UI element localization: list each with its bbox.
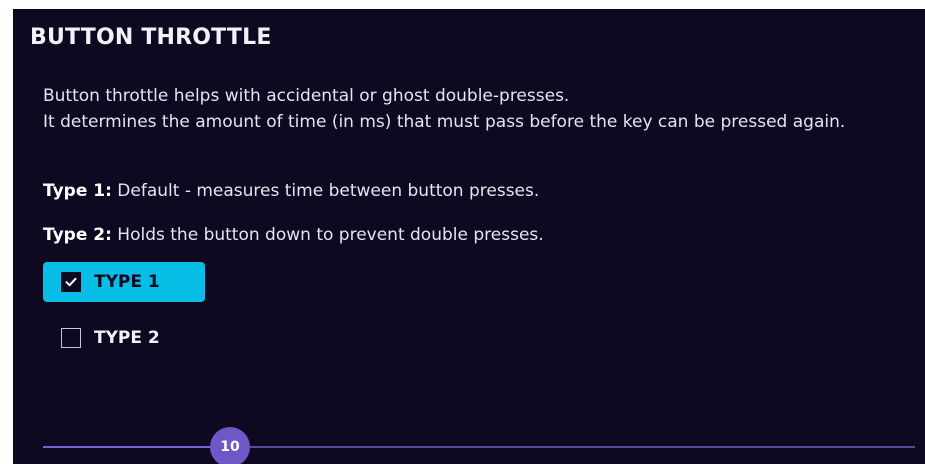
slider-fill [43, 446, 230, 448]
section-title: BUTTON THROTTLE [30, 25, 272, 50]
check-icon [65, 277, 77, 287]
type-1-label: Type 1: [43, 181, 112, 201]
description-line-1: Button throttle helps with accidental or… [43, 86, 570, 106]
description: Button throttle helps with accidental or… [43, 83, 883, 135]
type-2-checkbox[interactable] [61, 328, 81, 348]
type-2-option-label: TYPE 2 [94, 328, 160, 348]
type-1-checkbox[interactable] [61, 272, 81, 292]
type-1-text: Default - measures time between button p… [111, 181, 540, 201]
type-2-label: Type 2: [43, 225, 112, 245]
type-2-text: Holds the button down to prevent double … [111, 225, 544, 245]
button-throttle-panel: BUTTON THROTTLE Button throttle helps wi… [13, 9, 925, 464]
type-2-option[interactable]: TYPE 2 [43, 318, 205, 358]
type-1-option[interactable]: TYPE 1 [43, 262, 205, 302]
slider-thumb[interactable]: 10 [210, 427, 250, 464]
slider-value: 10 [220, 439, 240, 455]
throttle-slider[interactable]: 10 [43, 425, 915, 464]
description-line-2: It determines the amount of time (in ms)… [43, 112, 846, 132]
type-2-description: Type 2: Holds the button down to prevent… [43, 225, 544, 245]
type-1-description: Type 1: Default - measures time between … [43, 181, 539, 201]
type-1-option-label: TYPE 1 [94, 272, 160, 292]
